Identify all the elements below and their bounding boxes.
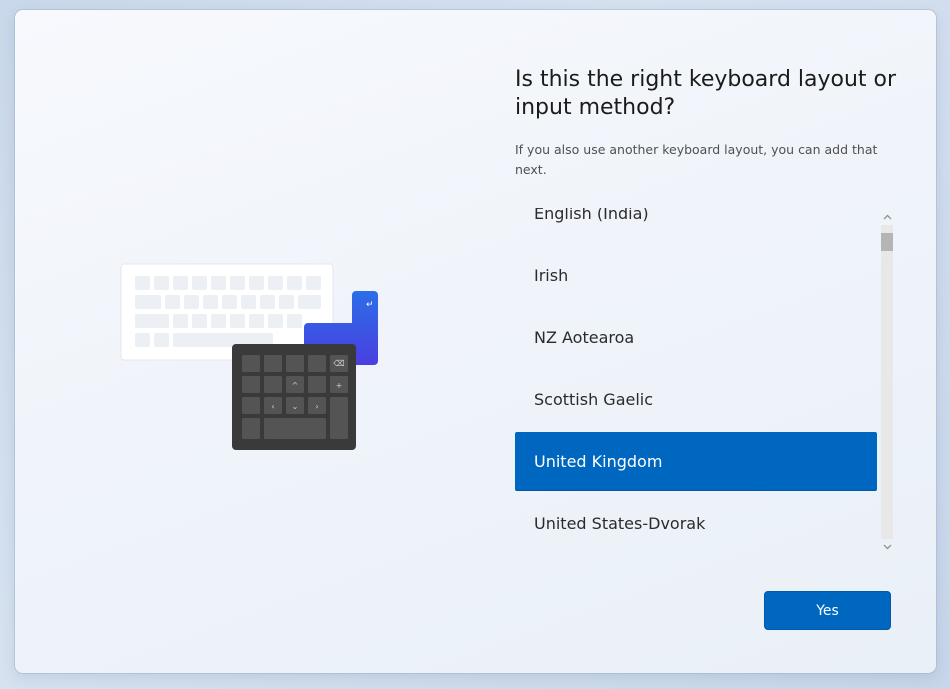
- keyboard-illustration: ↵ ⌫ ^ + ‹ ⌄ ›: [120, 263, 378, 450]
- list-item-label: NZ Aotearoa: [534, 328, 635, 347]
- chevron-up-icon[interactable]: [879, 209, 895, 225]
- list-item[interactable]: NZ Aotearoa: [515, 308, 877, 367]
- svg-text:⌄: ⌄: [292, 402, 299, 411]
- page-subtitle: If you also use another keyboard layout,…: [515, 142, 878, 177]
- setup-window: ↵ ⌫ ^ + ‹ ⌄ › Is this the right keyboard…: [15, 10, 936, 673]
- svg-text:⌫: ⌫: [333, 359, 344, 368]
- list-item-label: Scottish Gaelic: [534, 390, 654, 409]
- list-item[interactable]: English (India): [515, 208, 877, 243]
- list-item[interactable]: Irish: [515, 246, 877, 305]
- yes-button[interactable]: Yes: [764, 591, 891, 630]
- list-item-label: United Kingdom: [534, 452, 663, 471]
- list-item[interactable]: Scottish Gaelic: [515, 370, 877, 429]
- list-item-selected[interactable]: United Kingdom: [515, 432, 877, 491]
- chevron-down-icon[interactable]: [879, 539, 895, 555]
- page-title: Is this the right keyboard layout or inp…: [515, 67, 897, 120]
- svg-text:^: ^: [292, 381, 299, 390]
- scrollbar-track[interactable]: [881, 225, 893, 539]
- numpad-icon: ⌫ ^ + ‹ ⌄ ›: [232, 344, 356, 450]
- list-scrollbar[interactable]: [879, 209, 895, 555]
- scrollbar-thumb[interactable]: [881, 233, 893, 251]
- list-item[interactable]: United States-Dvorak: [515, 494, 877, 553]
- list-item-label: Irish: [534, 266, 569, 285]
- svg-text:↵: ↵: [366, 300, 374, 310]
- list-item-label: English (India): [534, 208, 649, 223]
- list-item-label: United States-Dvorak: [534, 514, 706, 533]
- svg-text:‹: ‹: [271, 402, 274, 411]
- svg-text:›: ›: [315, 402, 318, 411]
- svg-text:+: +: [336, 381, 343, 390]
- keyboard-layout-list[interactable]: English (India) Irish NZ Aotearoa Scotti…: [515, 208, 895, 556]
